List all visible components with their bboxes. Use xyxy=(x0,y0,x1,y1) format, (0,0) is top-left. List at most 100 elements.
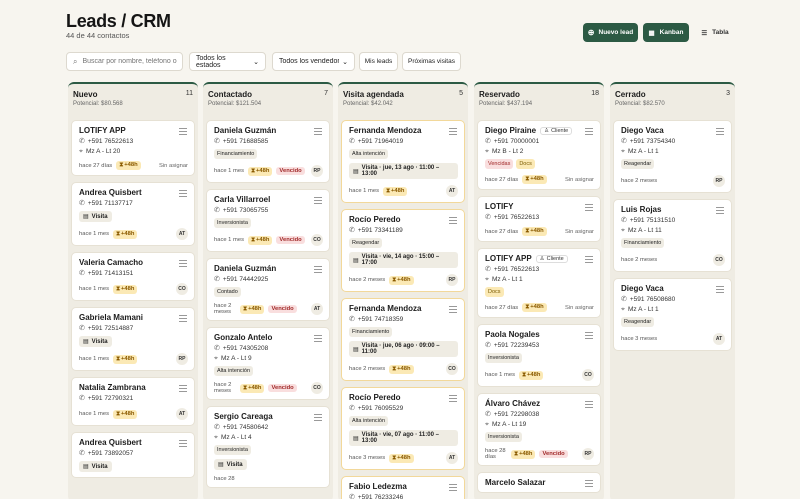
menu-icon[interactable] xyxy=(449,128,457,137)
menu-icon[interactable] xyxy=(179,385,187,394)
avatar[interactable]: RP xyxy=(446,274,458,286)
menu-icon[interactable] xyxy=(179,190,187,199)
avatar[interactable]: AT xyxy=(311,303,323,315)
column-count: 11 xyxy=(185,90,193,97)
lead-card[interactable]: Paola Nogales ✆ +591 72239453 Inversionista… xyxy=(477,324,601,387)
column-potential: Potencial: $80.568 xyxy=(73,101,123,107)
avatar[interactable]: AT xyxy=(176,228,188,240)
lead-card[interactable]: Álvaro Chávez ✆ +591 72298038 ⌖ Mz A - Lt 19… xyxy=(477,393,601,466)
table-view-button[interactable]: ☰ Tabla xyxy=(692,23,738,42)
lead-card[interactable]: Fabio Ledezma✆+591 76233246⌖Mz A - Lt 7 xyxy=(341,476,465,499)
menu-icon[interactable] xyxy=(179,440,187,449)
avatar[interactable]: CO xyxy=(176,283,188,295)
clock-icon: ⧗ xyxy=(525,176,530,182)
lead-card[interactable]: Marcelo Salazar xyxy=(477,472,601,493)
menu-icon[interactable] xyxy=(585,401,593,410)
menu-icon[interactable] xyxy=(585,128,593,137)
lead-phone: +591 71964019 xyxy=(357,138,404,145)
next-visits-button[interactable]: Próximas visitas xyxy=(402,52,461,71)
menu-icon[interactable] xyxy=(585,480,593,489)
menu-icon[interactable] xyxy=(179,315,187,324)
avatar[interactable]: CO xyxy=(311,382,323,394)
lead-card[interactable]: Daniela Guzmán ✆ +591 71688585 Financiamien… xyxy=(206,120,330,183)
lead-name: Diego Vaca xyxy=(621,284,664,293)
lead-age: hace 1 mes xyxy=(79,231,109,237)
avatar[interactable]: RP xyxy=(311,165,323,177)
phone-line: ✆ +591 76522613 xyxy=(485,214,594,221)
menu-icon[interactable] xyxy=(314,335,322,344)
phone-line: ✆ +591 70000001 xyxy=(485,138,594,145)
avatar[interactable]: AT xyxy=(446,452,458,464)
kanban-column: Cerrado 3 Potencial: $82.570 Diego Vaca ✆ +59… xyxy=(610,82,735,499)
lead-card[interactable]: Andrea Quisbert ✆ +591 73892057 ▤ Visita xyxy=(71,432,195,478)
lead-card[interactable]: LOTIFY ✆ +591 76522613 hace 27 días ⧗ +48h Sin… xyxy=(477,196,601,242)
menu-icon[interactable] xyxy=(585,332,593,341)
location-line: ⌖ Mz A - Lt 9 xyxy=(214,355,323,362)
avatar[interactable]: AT xyxy=(176,408,188,420)
menu-icon[interactable] xyxy=(716,207,724,216)
state-select[interactable]: Todos los estados ⌄ xyxy=(189,52,266,71)
lead-tag: Financiamiento xyxy=(214,149,258,159)
phone-icon: ✆ xyxy=(79,450,85,457)
menu-icon[interactable] xyxy=(314,197,322,206)
avatar[interactable]: AT xyxy=(713,333,725,345)
search-box[interactable]: ⌕ xyxy=(66,52,183,71)
menu-icon[interactable] xyxy=(179,260,187,269)
lead-card[interactable]: Fernanda Mendoza ✆ +591 71964019 Alta inten… xyxy=(341,120,465,203)
lead-name: Diego Vaca xyxy=(621,126,664,135)
lead-phone: +591 72790321 xyxy=(87,395,134,402)
menu-icon[interactable] xyxy=(314,414,322,423)
lead-card[interactable]: Daniela Guzmán ✆ +591 74442925 Contado hace … xyxy=(206,258,330,321)
avatar[interactable]: CO xyxy=(582,369,594,381)
menu-icon[interactable] xyxy=(585,256,593,265)
avatar[interactable]: CO xyxy=(311,234,323,246)
menu-icon[interactable] xyxy=(179,128,187,137)
menu-icon[interactable] xyxy=(716,286,724,295)
user-icon: ♙ xyxy=(544,127,550,134)
menu-icon[interactable] xyxy=(314,128,322,137)
lead-card[interactable]: Diego Piraine ♙ Cliente ✆ +591 70000001 ⌖ Mz B… xyxy=(477,120,601,190)
lead-card[interactable]: LOTIFY APP ♙ Cliente ✆ +591 76522613 ⌖ Mz A - … xyxy=(477,248,601,318)
lead-card[interactable]: Sergio Careaga ✆ +591 74580642 ⌖ Mz A - Lt 4… xyxy=(206,406,330,488)
menu-icon[interactable] xyxy=(585,204,593,213)
avatar[interactable]: RP xyxy=(582,448,594,460)
avatar[interactable]: RP xyxy=(176,353,188,365)
avatar[interactable]: CO xyxy=(446,363,458,375)
avatar[interactable]: RP xyxy=(713,175,725,187)
lead-name: Andrea Quisbert xyxy=(79,438,142,447)
menu-icon[interactable] xyxy=(314,266,322,275)
lead-card[interactable]: Rocío Peredo ✆ +591 76095529 Alta intención… xyxy=(341,387,465,470)
lead-card[interactable]: Valeria Camacho ✆ +591 71413151 hace 1 mes ⧗… xyxy=(71,252,195,301)
menu-icon[interactable] xyxy=(716,128,724,137)
lead-card[interactable]: Diego Vaca ✆ +591 76508680 ⌖ Mz A - Lt 1 Reag… xyxy=(613,278,732,351)
lead-card[interactable]: LOTIFY APP ✆ +591 76522613 ⌖ Mz A - Lt 20 hac… xyxy=(71,120,195,176)
kanban-view-button[interactable]: ▦ Kanban xyxy=(643,23,689,42)
tag-list: Alta intención xyxy=(214,366,323,376)
lead-card[interactable]: Gabriela Mamani ✆ +591 72514887 ▤ Visita hace… xyxy=(71,307,195,371)
lead-age: hace 2 meses xyxy=(214,303,232,315)
lead-card[interactable]: Fernanda Mendoza ✆ +591 74718359 Financiami… xyxy=(341,298,465,381)
my-leads-button[interactable]: Mis leads xyxy=(359,52,398,71)
overdue-text: +48h xyxy=(530,304,544,310)
lead-card[interactable]: Gonzalo Antelo ✆ +591 74305208 ⌖ Mz A - Lt 9… xyxy=(206,327,330,400)
search-input[interactable] xyxy=(82,58,178,65)
lead-card[interactable]: Natalia Zambrana ✆ +591 72790321 hace 1 mes… xyxy=(71,377,195,426)
lead-card[interactable]: Carla Villarroel ✆ +591 73065755 Inversioni… xyxy=(206,189,330,252)
avatar[interactable]: AT xyxy=(446,185,458,197)
visit-text: Visita · jue, 06 ago · 09:00 – 11:00 xyxy=(361,343,440,355)
lead-card[interactable]: Rocío Peredo ✆ +591 73341189 Reagendar ▤ Visi… xyxy=(341,209,465,292)
new-lead-button[interactable]: ⊕ Nuevo lead xyxy=(583,23,638,42)
card-footer: hace 1 mes ⧗ +48h Vencido CO xyxy=(214,234,323,246)
card-footer: hace 2 meses CO xyxy=(621,254,725,266)
map-pin-icon: ⌖ xyxy=(621,306,625,313)
menu-icon[interactable] xyxy=(449,484,457,493)
seller-select[interactable]: Todos los vendedores ⌄ xyxy=(272,52,355,71)
lead-card[interactable]: Luis Rojas ✆ +591 75131510 ⌖ Mz A - Lt 11 Fin… xyxy=(613,199,732,272)
card-list: Diego Piraine ♙ Cliente ✆ +591 70000001 ⌖ Mz B… xyxy=(474,120,604,493)
lead-card[interactable]: Diego Vaca ✆ +591 73754340 ⌖ Mz A - Lt 1 Reag… xyxy=(613,120,732,193)
avatar[interactable]: CO xyxy=(713,254,725,266)
menu-icon[interactable] xyxy=(449,217,457,226)
menu-icon[interactable] xyxy=(449,395,457,404)
menu-icon[interactable] xyxy=(449,306,457,315)
lead-card[interactable]: Andrea Quisbert ✆ +591 71137717 ▤ Visita hace… xyxy=(71,182,195,246)
